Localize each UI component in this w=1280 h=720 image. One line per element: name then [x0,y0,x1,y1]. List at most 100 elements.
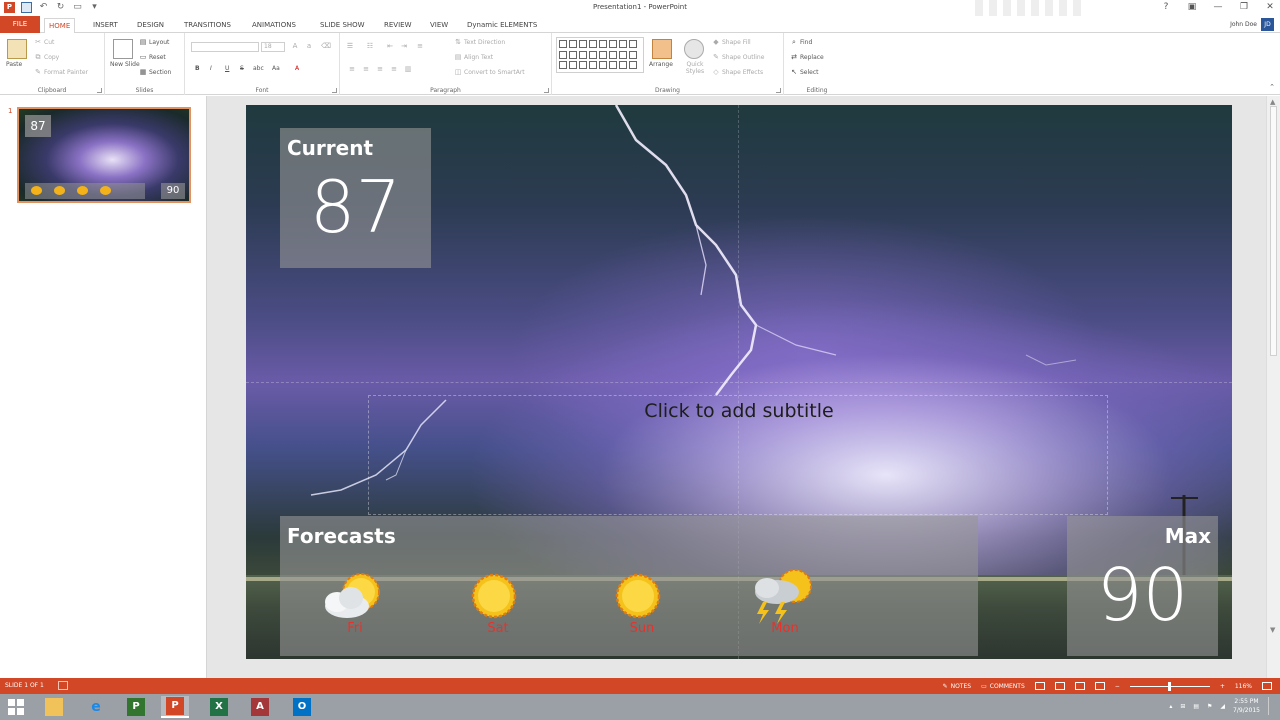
taskbar-file-explorer[interactable] [40,696,68,718]
paste-button[interactable]: Paste [6,61,22,68]
taskbar-outlook[interactable]: O [288,696,316,718]
cut-button[interactable]: ✂ Cut [34,38,54,46]
tab-transitions[interactable]: TRANSITIONS [180,18,235,32]
font-name-field[interactable] [191,42,259,52]
windows-start-icon[interactable] [8,699,24,715]
shape-fill-button[interactable]: ◆ Shape Fill [712,38,750,46]
taskbar-project[interactable]: P [122,696,150,718]
shape-effects-button[interactable]: ◇ Shape Effects [712,68,763,76]
select-button[interactable]: ↖ Select [790,68,818,76]
tab-design[interactable]: DESIGN [133,18,168,32]
help-button[interactable]: ? [1160,2,1172,12]
align-center-button[interactable]: ≡ [362,65,370,73]
shapes-gallery[interactable] [556,37,644,73]
columns-button[interactable]: ▥ [404,65,412,73]
italic-button[interactable]: I [210,65,212,72]
quick-styles-icon[interactable] [684,39,704,59]
paragraph-launcher-icon[interactable] [544,88,549,93]
align-left-button[interactable]: ≡ [348,65,356,73]
format-painter-button[interactable]: ✎ Format Painter [34,68,88,76]
spelling-check-icon[interactable] [58,681,68,690]
decrease-indent-button[interactable]: ⇤ [386,42,394,50]
forecasts-tile[interactable]: Forecasts Fri Sat Sun Mon [280,516,978,656]
numbering-button[interactable]: ☷ [366,42,374,50]
tab-home[interactable]: HOME [44,18,76,34]
ribbon-display-options-button[interactable]: ▣ [1186,2,1198,12]
reading-view-icon[interactable] [1074,682,1085,690]
taskbar-powerpoint[interactable]: P [161,696,189,718]
restore-button[interactable]: ❐ [1238,2,1250,12]
convert-smartart-button[interactable]: ◫ Convert to SmartArt [454,68,525,76]
quick-styles-button[interactable]: Quick Styles [680,61,710,75]
tab-dynamic-elements[interactable]: Dynamic ELEMENTS [463,18,541,32]
increase-indent-button[interactable]: ⇥ [400,42,408,50]
close-button[interactable]: ✕ [1264,2,1276,12]
font-size-field[interactable]: 18 [261,42,285,52]
clear-formatting-button[interactable]: ⌫ [321,42,331,50]
drawing-launcher-icon[interactable] [776,88,781,93]
shrink-font-button[interactable]: a [305,42,313,50]
bullets-button[interactable]: ☰ [346,42,354,50]
slide[interactable]: Current 87 Click to add subtitle Forecas… [246,105,1232,659]
subtitle-placeholder[interactable]: Click to add subtitle [368,395,1108,515]
minimize-button[interactable]: — [1212,2,1224,12]
copy-button[interactable]: ⧉ Copy [34,53,60,61]
bold-button[interactable]: B [195,65,200,72]
normal-view-icon[interactable] [1034,682,1045,690]
align-text-button[interactable]: ▤ Align Text [454,53,493,61]
align-right-button[interactable]: ≡ [376,65,384,73]
zoom-out-icon[interactable]: − [1115,683,1120,690]
current-temperature-tile[interactable]: Current 87 [280,128,431,268]
character-spacing-button[interactable]: abc [253,65,264,72]
clipboard-launcher-icon[interactable] [97,88,102,93]
tray-chevron-icon[interactable]: ▴ [1169,703,1172,710]
tab-view[interactable]: VIEW [426,18,452,32]
tab-animations[interactable]: ANIMATIONS [248,18,300,32]
find-button[interactable]: ⌕ Find [790,38,812,46]
zoom-level[interactable]: 116% [1235,683,1252,690]
comments-button[interactable]: ▭ COMMENTS [981,683,1025,690]
underline-button[interactable]: U [225,65,229,72]
vertical-scrollbar[interactable]: ▲ ▼ [1266,96,1280,678]
arrange-icon[interactable] [652,39,672,59]
tab-slide-show[interactable]: SLIDE SHOW [316,18,369,32]
new-slide-icon[interactable] [113,39,133,59]
shape-outline-button[interactable]: ✎ Shape Outline [712,53,764,61]
slide-show-view-icon[interactable] [1094,682,1105,690]
section-button[interactable]: ▦ Section [139,68,172,76]
scroll-thumb[interactable] [1270,106,1277,356]
font-launcher-icon[interactable] [332,88,337,93]
tab-file[interactable]: FILE [0,16,40,33]
replace-button[interactable]: ⇄ Replace [790,53,824,61]
taskbar-internet-explorer[interactable]: e [82,696,110,718]
user-account[interactable]: John Doe JD [1230,18,1274,31]
justify-button[interactable]: ≡ [390,65,398,73]
paste-icon[interactable] [7,39,27,59]
reset-button[interactable]: ▭ Reset [139,53,166,61]
strikethrough-button[interactable]: S [240,65,244,72]
change-case-button[interactable]: Aa [272,65,280,72]
show-desktop-button[interactable] [1268,697,1272,715]
taskbar-access[interactable]: A [246,696,274,718]
collapse-ribbon-button[interactable]: ⌃ [1268,83,1276,91]
layout-button[interactable]: ▤ Layout [139,38,170,46]
clock[interactable]: 2:55 PM 7/9/2015 [1233,697,1260,715]
scroll-down-icon[interactable]: ▼ [1270,626,1275,634]
taskbar-excel[interactable]: X [205,696,233,718]
notes-button[interactable]: ✎ NOTES [943,683,972,690]
new-slide-button[interactable]: New Slide [110,61,140,68]
arrange-button[interactable]: Arrange [649,61,673,68]
volume-icon[interactable]: ◢ [1220,703,1225,710]
flag-icon[interactable]: ⚑ [1207,703,1212,710]
tab-review[interactable]: REVIEW [380,18,415,32]
slide-thumbnail[interactable]: 87 90 [17,107,191,203]
text-direction-button[interactable]: ⇅ Text Direction [454,38,505,46]
zoom-slider[interactable] [1129,681,1210,691]
slide-sorter-view-icon[interactable] [1054,682,1065,690]
windows-logo-icon[interactable]: ⊞ [1180,703,1185,710]
line-spacing-button[interactable]: ≡ [416,42,424,50]
scroll-up-icon[interactable]: ▲ [1270,98,1275,106]
fit-slide-icon[interactable] [1262,682,1272,690]
network-icon[interactable]: ▤ [1193,703,1199,710]
max-temperature-tile[interactable]: Max 90 [1067,516,1218,656]
